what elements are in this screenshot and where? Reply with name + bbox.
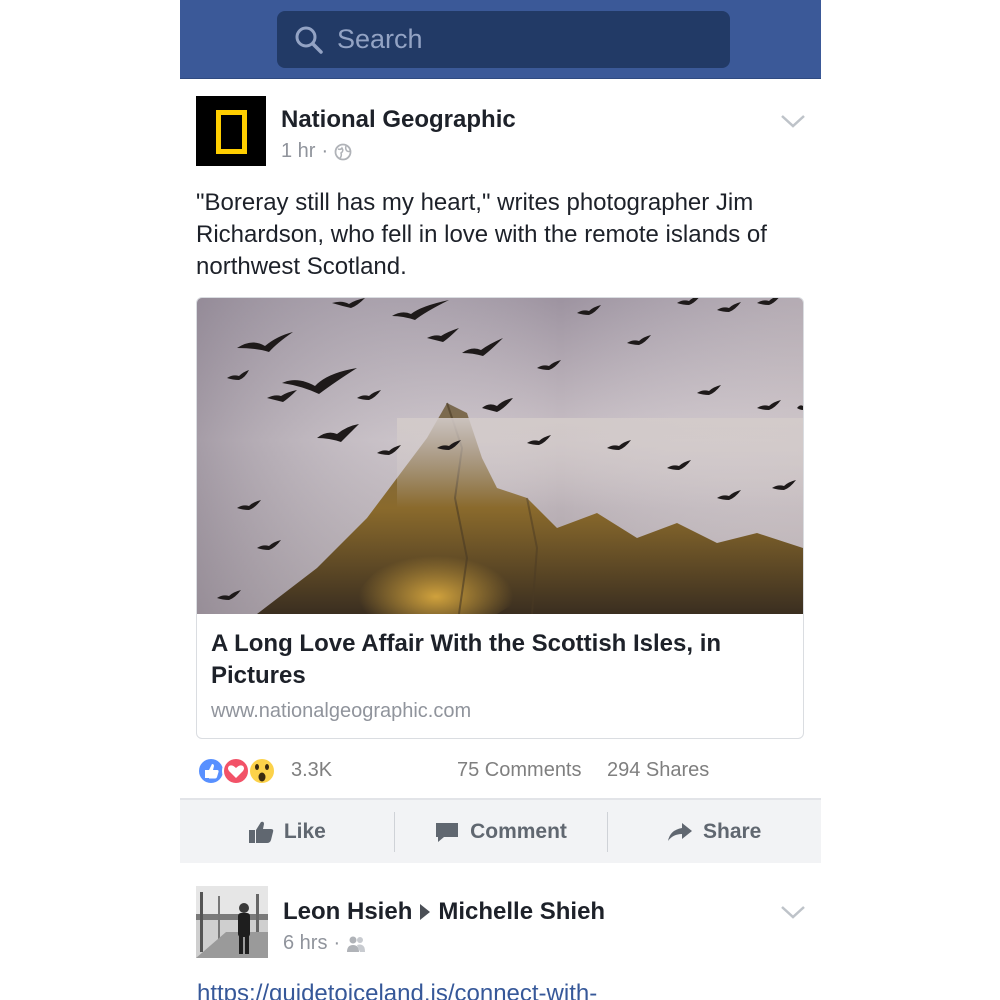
globe-icon bbox=[334, 143, 352, 160]
link-photo bbox=[197, 298, 803, 614]
post-header: National Geographic 1 hr · bbox=[196, 96, 806, 168]
comment-icon bbox=[436, 822, 459, 842]
comment-button[interactable]: Comment bbox=[393, 800, 608, 863]
reaction-count[interactable]: 3.3K bbox=[291, 759, 332, 782]
chevron-down-icon[interactable] bbox=[780, 113, 806, 129]
avatar[interactable] bbox=[196, 886, 268, 958]
comment-label: Comment bbox=[470, 819, 567, 843]
post2-header: Leon Hsieh Michelle Shieh 6 hrs · bbox=[196, 886, 806, 958]
post2-time[interactable]: 6 hrs bbox=[283, 932, 327, 955]
like-label: Like bbox=[283, 819, 326, 843]
share-button[interactable]: Share bbox=[607, 800, 821, 863]
meta-separator: · bbox=[321, 140, 329, 162]
friends-icon bbox=[347, 936, 366, 952]
link-title[interactable]: A Long Love Affair With the Scottish Isl… bbox=[211, 628, 781, 692]
link-card[interactable]: A Long Love Affair With the Scottish Isl… bbox=[196, 297, 804, 739]
thumbs-up-icon bbox=[248, 821, 274, 843]
national-geographic-logo[interactable] bbox=[196, 96, 266, 166]
post2-author[interactable]: Leon Hsieh bbox=[283, 898, 412, 926]
post2-link[interactable]: https://guidetoiceland.is/connect-with- bbox=[197, 980, 597, 1000]
post-time[interactable]: 1 hr bbox=[281, 140, 315, 163]
like-button[interactable]: Like bbox=[180, 800, 394, 863]
chevron-down-icon[interactable] bbox=[780, 904, 806, 920]
arrow-right-icon bbox=[420, 904, 431, 920]
post-author[interactable]: National Geographic bbox=[281, 106, 516, 134]
comments-count[interactable]: 75 Comments bbox=[457, 759, 582, 782]
meta-separator: · bbox=[333, 932, 341, 954]
search-input[interactable] bbox=[335, 23, 719, 56]
post-meta: 1 hr · bbox=[281, 140, 352, 163]
link-domain: www.nationalgeographic.com bbox=[211, 700, 472, 722]
search-icon bbox=[295, 26, 323, 54]
post2-target[interactable]: Michelle Shieh bbox=[438, 898, 605, 926]
reaction-icons[interactable] bbox=[196, 756, 286, 786]
share-label: Share bbox=[702, 819, 762, 843]
post2-author-line: Leon Hsieh Michelle Shieh bbox=[283, 898, 605, 926]
action-bar: Like Comment Share bbox=[180, 798, 821, 863]
post2-meta: 6 hrs · bbox=[283, 932, 366, 955]
search-box[interactable] bbox=[277, 11, 730, 68]
shares-count[interactable]: 294 Shares bbox=[607, 759, 709, 782]
post-text: "Boreray still has my heart," writes pho… bbox=[196, 189, 767, 280]
phone-screen: National Geographic 1 hr · "Boreray stil… bbox=[180, 0, 821, 1000]
reactions-row: 3.3K 75 Comments 294 Shares bbox=[196, 756, 806, 786]
top-bar bbox=[180, 0, 821, 79]
share-arrow-icon bbox=[667, 822, 692, 841]
